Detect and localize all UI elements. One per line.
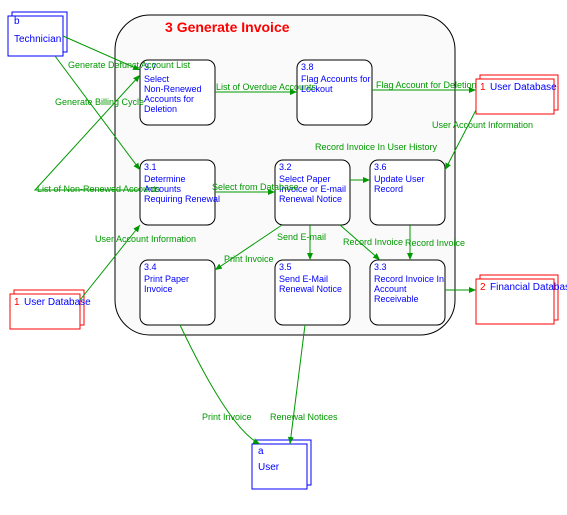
svg-text:Account: Account	[374, 284, 407, 294]
svg-text:Renewal Notice: Renewal Notice	[279, 284, 342, 294]
process-3-2: 3.2 Select Paper Invoice or E-mail Renew…	[275, 160, 350, 225]
process-3-4: 3.4 Print Paper Invoice	[140, 260, 215, 325]
svg-text:User Account Information: User Account Information	[95, 234, 196, 244]
svg-text:Print Invoice: Print Invoice	[202, 412, 252, 422]
external-technician: b Technician	[8, 12, 67, 56]
svg-text:b: b	[14, 16, 20, 27]
svg-text:Determine: Determine	[144, 174, 186, 184]
svg-text:Technician: Technician	[14, 34, 61, 45]
svg-text:Generate Defunct Account List: Generate Defunct Account List	[68, 60, 191, 70]
svg-text:Receivable: Receivable	[374, 294, 419, 304]
svg-text:3.1: 3.1	[144, 162, 157, 172]
svg-text:Update User: Update User	[374, 174, 425, 184]
svg-text:3.2: 3.2	[279, 162, 292, 172]
svg-text:User: User	[258, 462, 280, 473]
svg-text:List of Non-Renewed Accounts: List of Non-Renewed Accounts	[37, 184, 161, 194]
svg-text:Flag Account for Deletion: Flag Account for Deletion	[376, 80, 477, 90]
svg-text:Print Invoice: Print Invoice	[224, 254, 274, 264]
svg-text:List of Overdue Accounts: List of Overdue Accounts	[216, 82, 317, 92]
flow-print-inv-user	[180, 325, 260, 444]
dfd-diagram: 3 Generate Invoice b Technician 1 User D…	[0, 0, 567, 515]
svg-text:1: 1	[480, 82, 486, 93]
process-3-5: 3.5 Send E-Mail Renewal Notice	[275, 260, 350, 325]
svg-text:Select from Database: Select from Database	[212, 182, 299, 192]
svg-text:Generate Billing Cycle: Generate Billing Cycle	[55, 97, 144, 107]
external-financial-db: 2 Financial Database	[476, 275, 567, 324]
svg-text:User Database: User Database	[490, 82, 557, 93]
svg-text:Invoice: Invoice	[144, 284, 173, 294]
svg-text:Financial Database: Financial Database	[490, 282, 567, 293]
svg-text:Print Paper: Print Paper	[144, 274, 189, 284]
svg-text:Non-Renewed: Non-Renewed	[144, 84, 202, 94]
svg-text:Select: Select	[144, 74, 170, 84]
svg-text:3.4: 3.4	[144, 262, 157, 272]
svg-text:Renewal Notice: Renewal Notice	[279, 194, 342, 204]
svg-text:3.5: 3.5	[279, 262, 292, 272]
svg-text:Send E-Mail: Send E-Mail	[279, 274, 328, 284]
svg-text:Record Invoice: Record Invoice	[405, 238, 465, 248]
process-3-3: 3.3 Record Invoice In Account Receivable	[370, 260, 445, 325]
svg-text:Deletion: Deletion	[144, 104, 177, 114]
svg-text:User Account Information: User Account Information	[432, 120, 533, 130]
svg-text:3.3: 3.3	[374, 262, 387, 272]
process-3-8: 3.8 Flag Accounts for Lockout	[297, 60, 372, 125]
external-user-db-right: 1 User Database	[476, 75, 558, 114]
svg-text:Record Invoice: Record Invoice	[343, 237, 403, 247]
svg-text:Record: Record	[374, 184, 403, 194]
svg-text:a: a	[258, 446, 264, 457]
svg-text:Accounts for: Accounts for	[144, 94, 194, 104]
svg-text:2: 2	[480, 282, 486, 293]
external-user: a User	[252, 440, 311, 489]
process-3-6: 3.6 Update User Record	[370, 160, 445, 225]
svg-text:Send E-mail: Send E-mail	[277, 232, 326, 242]
flow-renewal-user	[290, 325, 305, 444]
external-user-db-left: 1 User Database	[10, 290, 91, 329]
svg-text:Renewal Notices: Renewal Notices	[270, 412, 338, 422]
svg-text:1: 1	[14, 297, 20, 308]
main-process-title: 3 Generate Invoice	[165, 19, 290, 35]
svg-text:Record Invoice In User History: Record Invoice In User History	[315, 142, 438, 152]
svg-text:3.6: 3.6	[374, 162, 387, 172]
svg-text:Record Invoice In: Record Invoice In	[374, 274, 444, 284]
svg-text:3.8: 3.8	[301, 62, 314, 72]
svg-text:Requiring Renewal: Requiring Renewal	[144, 194, 220, 204]
